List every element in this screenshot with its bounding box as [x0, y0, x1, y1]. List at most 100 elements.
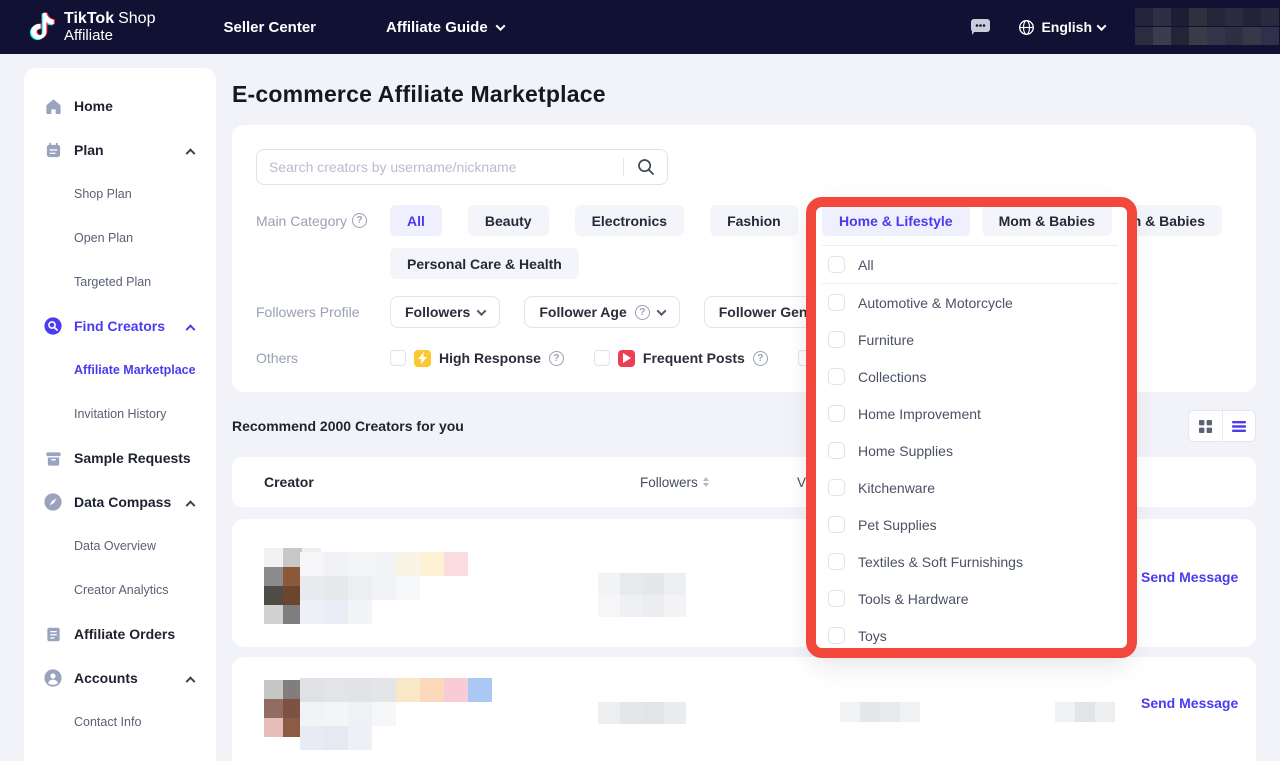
option-checkbox[interactable]: [828, 516, 845, 533]
subcategory-option-home-improvement[interactable]: Home Improvement: [822, 395, 1118, 432]
column-creator: Creator: [264, 457, 314, 507]
sidebar-item-data-compass[interactable]: Data Compass: [24, 480, 216, 524]
option-checkbox[interactable]: [828, 553, 845, 570]
search-icon[interactable]: [636, 157, 656, 177]
sidebar-item-accounts[interactable]: Accounts: [24, 656, 216, 700]
sidebar-item-open-plan[interactable]: Open Plan: [24, 216, 216, 260]
sidebar-item-contact-info[interactable]: Contact Info: [24, 700, 216, 744]
sidebar-item-targeted-plan[interactable]: Targeted Plan: [24, 260, 216, 304]
subcategory-option-tools-hardware[interactable]: Tools & Hardware: [822, 580, 1118, 617]
subcategory-option-furniture[interactable]: Furniture: [822, 321, 1118, 358]
tab-home-lifestyle[interactable]: Home & Lifestyle: [822, 205, 970, 236]
subcategory-option-all[interactable]: All: [822, 246, 1118, 284]
find-creators-search-icon: [44, 317, 62, 335]
frequent-posts-checkbox[interactable]: [594, 350, 610, 366]
sidebar-item-data-overview[interactable]: Data Overview: [24, 524, 216, 568]
sidebar: Home Plan Shop Plan Open Plan Targeted P…: [24, 68, 216, 761]
app-root: TikTokShop Affiliate Seller Center Affil…: [0, 0, 1280, 761]
subcategory-option-collections[interactable]: Collections: [822, 358, 1118, 395]
time-checkbox[interactable]: [798, 350, 814, 366]
help-icon: ?: [753, 351, 768, 366]
grid-icon: [1198, 419, 1213, 434]
option-checkbox[interactable]: [828, 368, 845, 385]
high-response-checkbox[interactable]: [390, 350, 406, 366]
subcategory-option-home-supplies[interactable]: Home Supplies: [822, 432, 1118, 469]
user-account-blurred[interactable]: [1135, 8, 1280, 46]
subcategory-option-kitchenware[interactable]: Kitchenware: [822, 469, 1118, 506]
help-icon[interactable]: ?: [352, 213, 367, 228]
help-icon: ?: [635, 305, 650, 320]
recommend-text: Recommend 2000 Creators for you: [232, 418, 464, 434]
column-cut-off: V: [797, 457, 806, 507]
creator-info-blurred: [300, 678, 492, 750]
sample-box-icon: [44, 449, 62, 467]
sidebar-item-invitation-history[interactable]: Invitation History: [24, 392, 216, 436]
option-checkbox[interactable]: [828, 627, 845, 644]
sidebar-item-creator-analytics[interactable]: Creator Analytics: [24, 568, 216, 612]
top-navbar: TikTokShop Affiliate Seller Center Affil…: [0, 0, 1280, 54]
tiktok-shop-affiliate-logo[interactable]: TikTokShop Affiliate: [26, 10, 155, 44]
navbar-right-cluster: English: [969, 8, 1280, 46]
chevron-down-icon: [656, 306, 666, 316]
column-followers[interactable]: Followers: [640, 457, 709, 507]
sidebar-item-affiliate-orders[interactable]: Affiliate Orders: [24, 612, 216, 656]
high-response-option[interactable]: High Response ?: [390, 350, 564, 367]
compass-icon: [44, 493, 62, 511]
language-selector[interactable]: English: [1018, 19, 1105, 36]
chevron-down-icon: [477, 306, 487, 316]
globe-icon: [1018, 19, 1035, 36]
option-checkbox[interactable]: [828, 294, 845, 311]
sidebar-item-find-creators[interactable]: Find Creators: [24, 304, 216, 348]
follower-age-dropdown[interactable]: Follower Age ?: [524, 296, 679, 328]
tab-mom-babies[interactable]: Mom & Babies: [982, 205, 1112, 236]
subcategory-option-textiles[interactable]: Textiles & Soft Furnishings: [822, 543, 1118, 580]
list-view-button[interactable]: [1222, 411, 1255, 441]
send-message-link[interactable]: Send Message: [1141, 695, 1238, 711]
option-checkbox[interactable]: [828, 405, 845, 422]
subcategory-list: All Automotive & Motorcycle Furniture Co…: [822, 246, 1118, 654]
subcategory-option-toys[interactable]: Toys: [822, 617, 1118, 654]
seller-center-link[interactable]: Seller Center: [223, 19, 316, 36]
frequent-posts-option[interactable]: Frequent Posts ?: [594, 350, 768, 367]
frequent-posts-icon: [618, 350, 635, 367]
sidebar-item-shop-plan[interactable]: Shop Plan: [24, 172, 216, 216]
option-checkbox[interactable]: [828, 479, 845, 496]
followers-profile-label: Followers Profile: [256, 296, 390, 328]
list-icon: [1231, 420, 1247, 433]
sidebar-item-affiliate-marketplace[interactable]: Affiliate Marketplace: [24, 348, 216, 392]
affiliate-guide-menu[interactable]: Affiliate Guide: [386, 19, 504, 36]
page-title: E-commerce Affiliate Marketplace: [232, 81, 1256, 108]
option-checkbox[interactable]: [828, 442, 845, 459]
sidebar-item-sample-requests[interactable]: Sample Requests: [24, 436, 216, 480]
category-chip-electronics[interactable]: Electronics: [575, 205, 684, 236]
option-checkbox[interactable]: [828, 590, 845, 607]
category-chip-beauty[interactable]: Beauty: [468, 205, 549, 236]
plan-icon: [44, 141, 62, 159]
subcategory-option-automotive[interactable]: Automotive & Motorcycle: [822, 284, 1118, 321]
send-message-link[interactable]: Send Message: [1141, 569, 1238, 585]
search-input[interactable]: [256, 149, 668, 185]
category-chip-all[interactable]: All: [390, 205, 442, 236]
sort-icon: [703, 477, 709, 487]
home-icon: [44, 97, 62, 115]
creator-row[interactable]: Send Message: [232, 657, 1256, 761]
chevron-down-icon: [495, 21, 505, 31]
grid-view-button[interactable]: [1189, 411, 1222, 441]
logo-wordmark: TikTokShop Affiliate: [64, 11, 155, 44]
user-icon: [44, 669, 62, 687]
sidebar-item-home[interactable]: Home: [24, 84, 216, 128]
option-checkbox[interactable]: [828, 256, 845, 273]
category-chip-personal-care[interactable]: Personal Care & Health: [390, 248, 579, 279]
creator-info-blurred: [300, 552, 492, 624]
subcategory-option-pet-supplies[interactable]: Pet Supplies: [822, 506, 1118, 543]
chevron-up-icon: [186, 148, 196, 158]
messages-icon[interactable]: [969, 17, 992, 37]
option-checkbox[interactable]: [828, 331, 845, 348]
followers-dropdown[interactable]: Followers: [390, 296, 500, 328]
others-options: High Response ? Frequent Posts ?: [390, 350, 879, 367]
category-chip-fashion[interactable]: Fashion: [710, 205, 798, 236]
stats-blurred: [598, 702, 686, 724]
orders-icon: [44, 625, 62, 643]
stats-blurred: [840, 702, 920, 722]
sidebar-item-plan[interactable]: Plan: [24, 128, 216, 172]
